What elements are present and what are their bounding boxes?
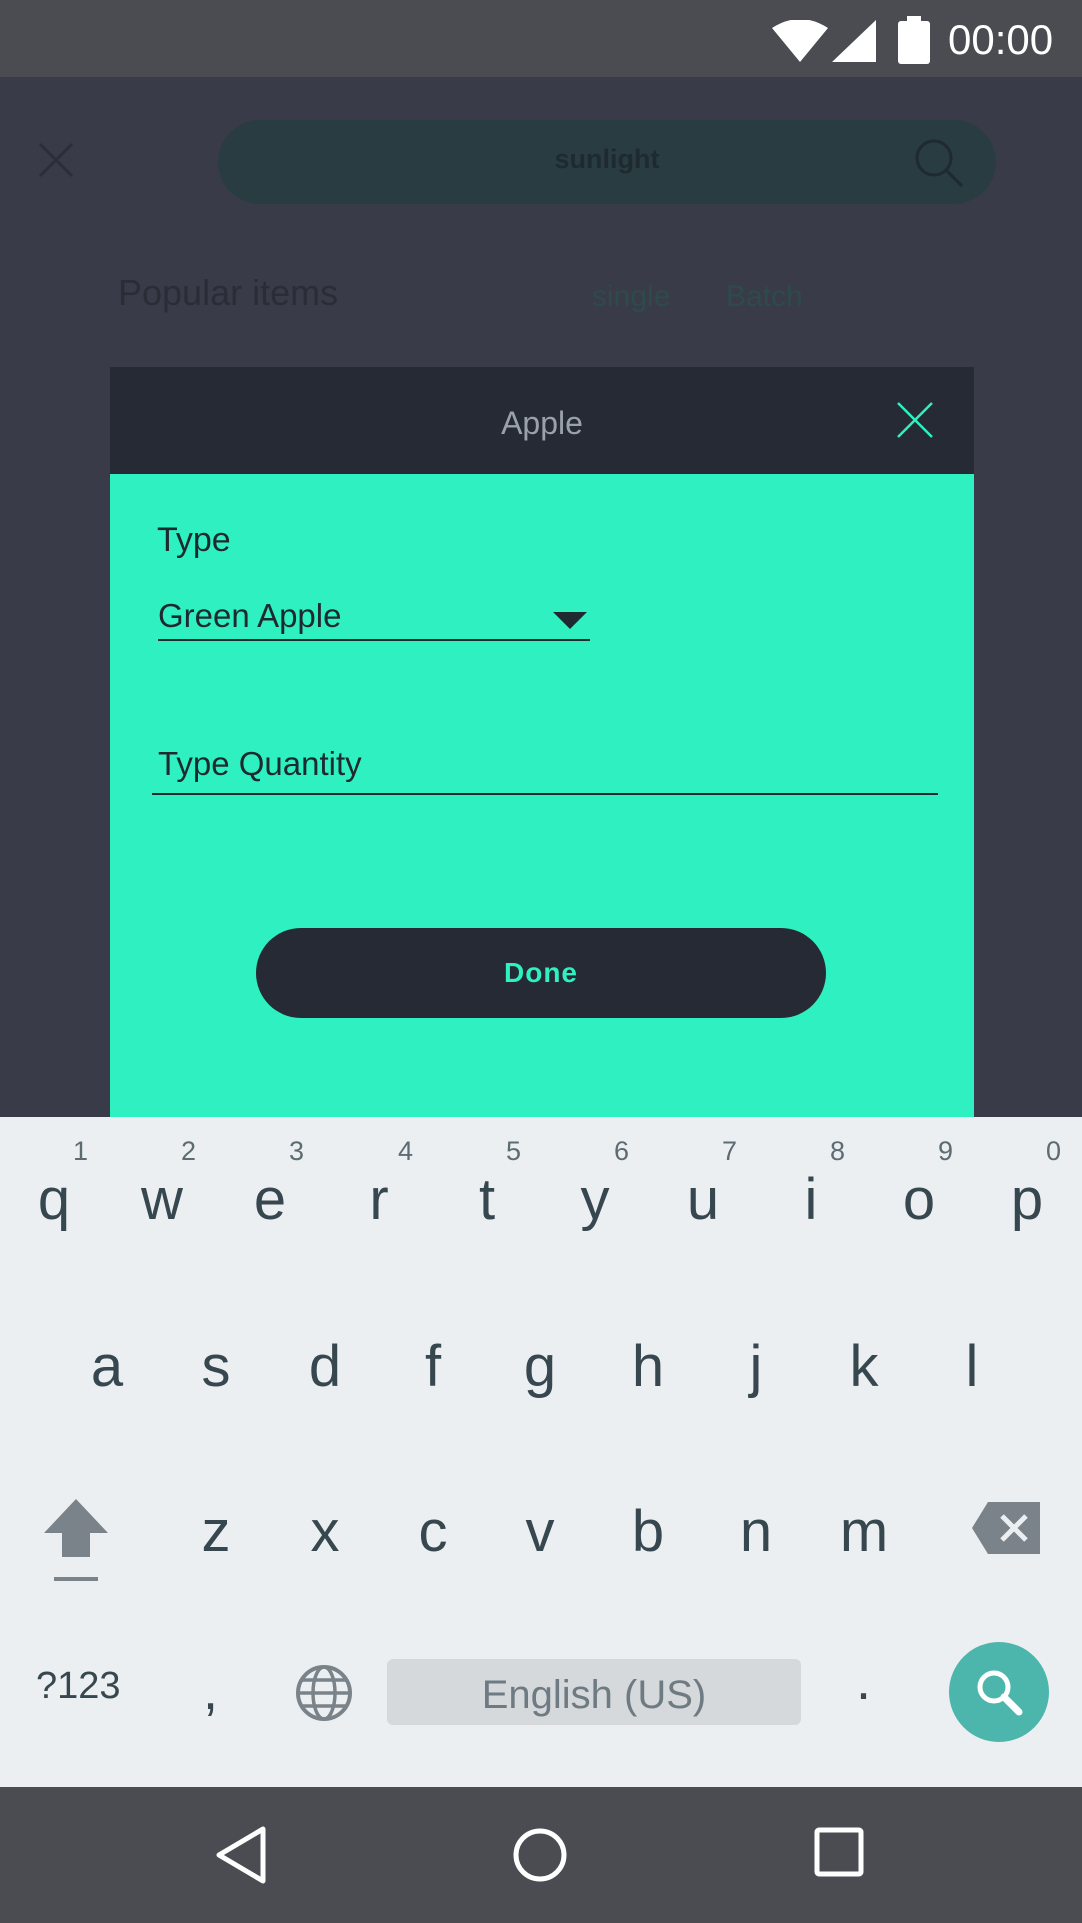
backspace-icon[interactable] — [970, 1500, 1042, 1556]
key-number-hint: 1 — [72, 1136, 88, 1166]
search-icon — [977, 1670, 1023, 1716]
key-label: a — [90, 1334, 124, 1399]
key-number-hint: 8 — [829, 1136, 845, 1166]
key-label: t — [478, 1167, 496, 1232]
key-label: u — [686, 1167, 720, 1232]
key-label: r — [369, 1167, 389, 1232]
key-q[interactable]: 1q — [4, 1118, 104, 1258]
tab-batch: Batch — [726, 280, 803, 313]
apple-dialog: Apple Type Green Apple Done — [110, 367, 974, 1117]
key-label: m — [839, 1499, 889, 1564]
key-label: b — [631, 1499, 665, 1564]
key-v[interactable]: v — [490, 1460, 590, 1600]
close-icon[interactable] — [892, 397, 938, 443]
key-label: v — [525, 1499, 555, 1564]
key-label: p — [1010, 1167, 1044, 1232]
key-i[interactable]: 8i — [761, 1118, 861, 1258]
dialog-title: Apple — [501, 405, 583, 441]
wifi-icon — [772, 20, 828, 62]
key-label: h — [631, 1334, 665, 1399]
key-l[interactable]: l — [922, 1295, 1022, 1435]
key-label: j — [749, 1334, 763, 1399]
key-number-hint: 6 — [613, 1136, 629, 1166]
search-key[interactable] — [949, 1642, 1049, 1742]
home-icon[interactable] — [512, 1825, 568, 1885]
shift-icon[interactable] — [36, 1495, 116, 1595]
key-o[interactable]: 9o — [869, 1118, 969, 1258]
key-label: o — [902, 1167, 936, 1232]
key-label: c — [418, 1499, 448, 1564]
battery-icon — [898, 16, 930, 64]
key-k[interactable]: k — [814, 1295, 914, 1435]
quantity-input[interactable] — [152, 735, 938, 795]
key-label: z — [201, 1499, 231, 1564]
key-label: n — [739, 1499, 773, 1564]
globe-icon[interactable] — [295, 1664, 353, 1722]
key-label: q — [37, 1167, 71, 1232]
navigation-bar — [0, 1787, 1082, 1923]
space-key-label: English (US) — [481, 1673, 707, 1717]
space-key[interactable]: English (US) — [387, 1659, 801, 1725]
key-number-hint: 2 — [180, 1136, 196, 1166]
key-a[interactable]: a — [57, 1295, 157, 1435]
type-dropdown-value: Green Apple — [158, 597, 342, 634]
key-e[interactable]: 3e — [220, 1118, 320, 1258]
signal-icon — [832, 20, 876, 62]
key-t[interactable]: 5t — [437, 1118, 537, 1258]
search-bar: sunlight — [218, 120, 996, 204]
status-bar: 00:00 — [0, 0, 1082, 77]
key-number-hint: 5 — [505, 1136, 521, 1166]
key-label: w — [141, 1167, 183, 1232]
key-label: s — [201, 1334, 231, 1399]
status-time: 00:00 — [948, 16, 1054, 63]
key-c[interactable]: c — [383, 1460, 483, 1600]
key-d[interactable]: d — [275, 1295, 375, 1435]
key-w[interactable]: 2w — [112, 1118, 212, 1258]
close-icon — [38, 142, 74, 178]
key-number-hint: 7 — [721, 1136, 737, 1166]
type-dropdown[interactable]: Green Apple — [158, 587, 590, 641]
key-f[interactable]: f — [383, 1295, 483, 1435]
key-m[interactable]: m — [814, 1460, 914, 1600]
key-p[interactable]: 0p — [977, 1118, 1077, 1258]
key-j[interactable]: j — [706, 1295, 806, 1435]
key-label: d — [308, 1334, 342, 1399]
key-label: l — [965, 1334, 979, 1399]
period-key[interactable]: . — [856, 1650, 871, 1712]
key-s[interactable]: s — [166, 1295, 266, 1435]
search-icon — [915, 139, 964, 188]
key-x[interactable]: x — [275, 1460, 375, 1600]
key-z[interactable]: z — [166, 1460, 266, 1600]
dialog-header: Apple — [110, 367, 974, 474]
key-g[interactable]: g — [490, 1295, 590, 1435]
key-label: k — [849, 1334, 879, 1399]
tab-single: single — [592, 280, 671, 313]
key-label: g — [523, 1334, 557, 1399]
symbols-key[interactable]: ?123 — [36, 1665, 121, 1708]
key-number-hint: 0 — [1045, 1136, 1061, 1166]
back-icon[interactable] — [215, 1825, 267, 1885]
key-number-hint: 3 — [288, 1136, 304, 1166]
key-label: x — [310, 1499, 340, 1564]
key-label: f — [424, 1334, 442, 1399]
key-label: e — [253, 1167, 287, 1232]
recent-apps-icon[interactable] — [814, 1827, 864, 1879]
type-label: Type — [157, 521, 231, 559]
key-y[interactable]: 6y — [545, 1118, 645, 1258]
dropdown-arrow-icon[interactable] — [553, 612, 587, 629]
key-b[interactable]: b — [598, 1460, 698, 1600]
key-label: y — [580, 1167, 610, 1232]
key-u[interactable]: 7u — [653, 1118, 753, 1258]
search-text: sunlight — [554, 144, 660, 174]
key-label: i — [804, 1167, 818, 1232]
comma-key[interactable]: , — [203, 1660, 218, 1722]
section-title: Popular items — [118, 272, 339, 313]
key-n[interactable]: n — [706, 1460, 806, 1600]
key-r[interactable]: 4r — [329, 1118, 429, 1258]
key-number-hint: 4 — [397, 1136, 413, 1166]
done-button[interactable]: Done — [256, 928, 826, 1018]
key-h[interactable]: h — [598, 1295, 698, 1435]
screen: 00:00 sunlight Popular items single Batc… — [0, 0, 1082, 1923]
key-number-hint: 9 — [937, 1136, 953, 1166]
